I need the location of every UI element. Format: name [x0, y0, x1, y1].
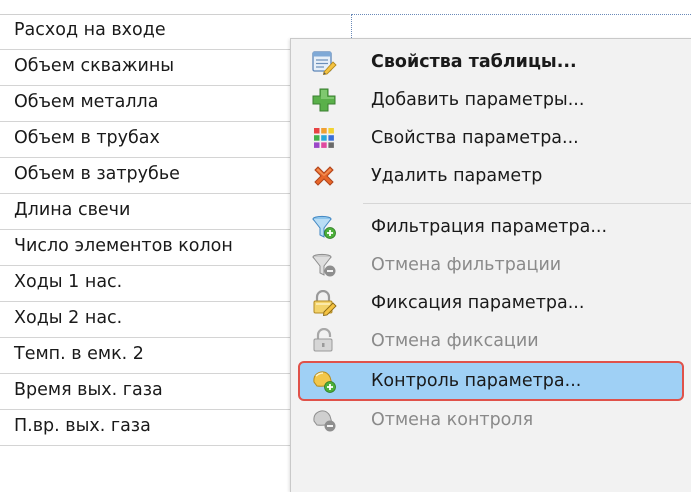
selected-cell-outline[interactable] [351, 14, 691, 38]
menu-item-label: Свойства параметра... [371, 128, 579, 148]
table-properties-icon [311, 49, 337, 76]
row-label: П.вр. вых. газа [14, 416, 151, 436]
row-label: Ходы 2 нас. [14, 308, 123, 328]
row-label: Объем в трубах [14, 128, 160, 148]
menu-item-table-properties[interactable]: Свойства таблицы... [291, 43, 691, 81]
menu-item-label: Фиксация параметра... [371, 293, 585, 313]
delete-x-icon [311, 163, 337, 189]
row-label: Темп. в емк. 2 [14, 344, 144, 364]
control-bell-icon [311, 368, 337, 394]
menu-item-label: Отмена контроля [371, 410, 534, 430]
menu-item-filter-parameter[interactable]: Фильтрация параметра... [291, 208, 691, 246]
context-menu: Свойства таблицы... Добавить параметры..… [290, 38, 691, 492]
menu-item-delete-parameter[interactable]: Удалить параметр [291, 157, 691, 195]
row-label: Длина свечи [14, 200, 131, 220]
menu-item-cancel-control[interactable]: Отмена контроля [291, 401, 691, 439]
menu-item-label: Свойства таблицы... [371, 52, 577, 72]
menu-item-fix-parameter[interactable]: Фиксация параметра... [291, 284, 691, 322]
menu-item-add-parameters[interactable]: Добавить параметры... [291, 81, 691, 119]
parameter-grid-icon [311, 125, 337, 151]
control-remove-icon [311, 407, 337, 433]
row-label: Объем в затрубье [14, 164, 180, 184]
menu-item-label: Отмена фильтрации [371, 255, 562, 275]
lock-fix-icon [311, 289, 337, 317]
row-label: Объем металла [14, 92, 159, 112]
row-label: Время вых. газа [14, 380, 163, 400]
menu-item-label: Добавить параметры... [371, 90, 585, 110]
plus-icon [311, 87, 337, 113]
filter-add-icon [311, 214, 337, 240]
menu-item-parameter-properties[interactable]: Свойства параметра... [291, 119, 691, 157]
menu-item-cancel-filter[interactable]: Отмена фильтрации [291, 246, 691, 284]
table-top-border [0, 0, 350, 15]
menu-item-control-parameter[interactable]: Контроль параметра... [298, 361, 684, 401]
menu-item-label: Контроль параметра... [371, 371, 582, 391]
row-label: Объем скважины [14, 56, 175, 76]
row-label: Расход на входе [14, 20, 166, 40]
menu-separator [363, 203, 691, 204]
menu-item-label: Удалить параметр [371, 166, 543, 186]
row-label: Число элементов колон [14, 236, 233, 256]
row-label: Ходы 1 нас. [14, 272, 123, 292]
filter-remove-icon [311, 252, 337, 278]
menu-item-label: Фильтрация параметра... [371, 217, 608, 237]
menu-item-cancel-fix[interactable]: Отмена фиксации [291, 322, 691, 360]
menu-item-label: Отмена фиксации [371, 331, 539, 351]
unlock-icon [311, 327, 337, 354]
